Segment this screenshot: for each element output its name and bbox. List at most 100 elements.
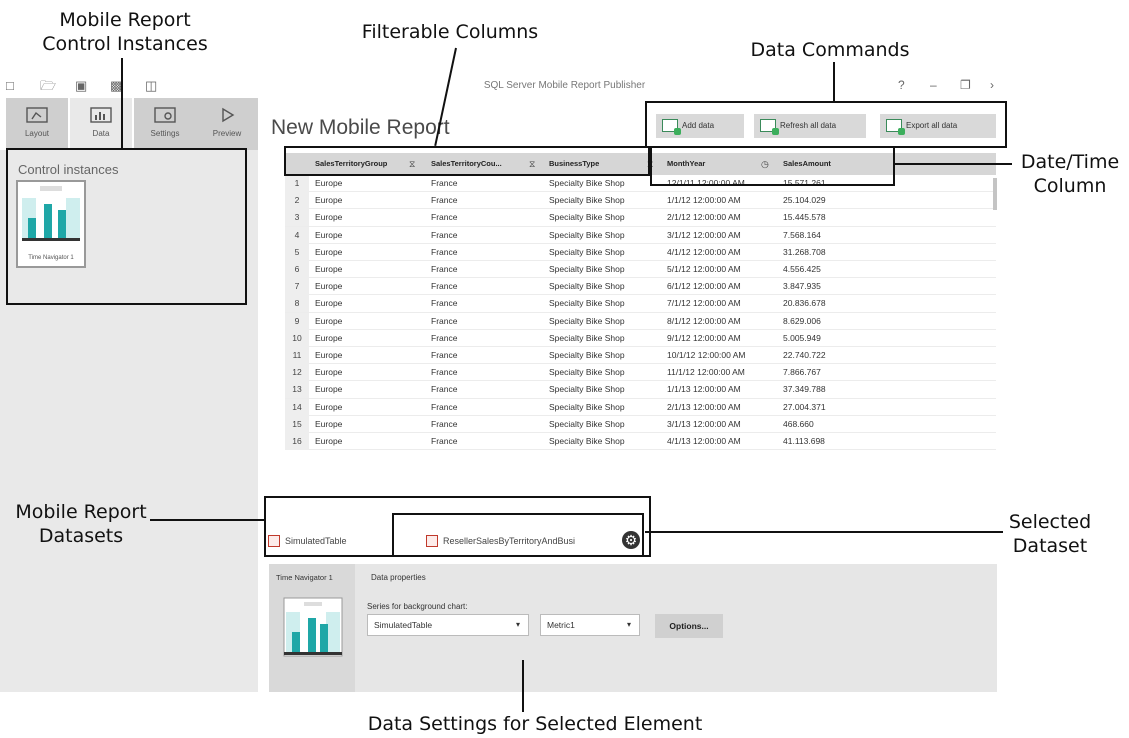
table-cell: Europe	[315, 401, 343, 412]
table-cell: 37.349.788	[783, 384, 826, 395]
table-row[interactable]: 9 Europe France Specialty Bike Shop 8/1/12 1…	[285, 312, 996, 330]
dataset-tab-resellersales[interactable]: ResellerSalesByTerritoryAndBusi	[423, 527, 575, 555]
tab-label: Layout	[24, 129, 50, 138]
callout-line	[833, 62, 835, 102]
table-cell: Specialty Bike Shop	[549, 298, 625, 309]
table-row[interactable]: 3 Europe France Specialty Bike Shop 2/1/12 1…	[285, 209, 996, 227]
table-row[interactable]: 4 Europe France Specialty Bike Shop 3/1/12 1…	[285, 226, 996, 244]
row-number: 9	[285, 312, 309, 330]
callout-control-instances: Mobile Report Control Instances	[30, 8, 220, 56]
filter-icon[interactable]: ⧖	[647, 153, 653, 175]
row-number: 16	[285, 433, 309, 450]
table-cell: Europe	[315, 195, 343, 206]
tab-label: Settings	[150, 129, 180, 138]
table-row[interactable]: 1 Europe France Specialty Bike Shop 12/1/11 …	[285, 175, 996, 193]
table-cell: 20.836.678	[783, 298, 826, 309]
table-cell: 5.005.949	[783, 332, 821, 343]
series-select[interactable]: SimulatedTable ▾	[367, 614, 529, 636]
callout-text: Datasets	[38, 525, 124, 547]
column-header-businesstype[interactable]: BusinessType ⧖	[543, 153, 661, 175]
layout-icon	[26, 107, 48, 123]
time-navigator-thumbnail-icon	[22, 186, 80, 241]
table-row[interactable]: 16 Europe France Specialty Bike Shop 4/1/13 …	[285, 433, 996, 451]
clock-icon[interactable]: ◷	[761, 153, 769, 175]
table-cell: France	[431, 264, 458, 274]
table-cell: 8.629.006	[783, 315, 821, 326]
table-cell: France	[431, 350, 458, 360]
export-data-icon	[886, 119, 905, 135]
table-cell: 1/1/12 12:00:00 AM	[667, 195, 741, 206]
metric-select-value: Metric1	[547, 620, 575, 630]
export-all-data-button[interactable]: Export all data	[880, 114, 996, 138]
column-header-monthyear[interactable]: MonthYear ◷	[661, 153, 777, 175]
table-cell: France	[431, 281, 458, 292]
table-row[interactable]: 12 Europe France Specialty Bike Shop 11/1/12…	[285, 364, 996, 382]
table-cell: Specialty Bike Shop	[549, 418, 625, 429]
tab-settings[interactable]: Settings	[134, 98, 196, 150]
table-cell: Europe	[315, 212, 343, 223]
table-cell: 4.556.425	[783, 264, 821, 274]
refresh-data-icon	[760, 119, 779, 135]
table-row[interactable]: 13 Europe France Specialty Bike Shop 1/1/13 …	[285, 381, 996, 399]
callout-selected-dataset: Selected Dataset	[995, 510, 1105, 558]
control-instances-title: Control instances	[18, 162, 119, 177]
table-cell: France	[431, 332, 458, 343]
callout-datetime-column: Date/Time Column	[1015, 150, 1125, 198]
row-number: 5	[285, 243, 309, 261]
callout-data-commands: Data Commands	[750, 39, 910, 61]
tab-label: Preview	[212, 129, 242, 138]
table-scrollbar[interactable]	[993, 178, 997, 210]
minimize-icon[interactable]: –	[930, 78, 937, 92]
table-cell: Europe	[315, 264, 343, 274]
row-number: 14	[285, 398, 309, 416]
add-data-button[interactable]: Add data	[656, 114, 744, 138]
filter-icon[interactable]: ⧖	[409, 153, 415, 175]
column-header-salesamount[interactable]: SalesAmount	[777, 153, 897, 175]
table-cell: Europe	[315, 229, 343, 240]
table-row[interactable]: 15 Europe France Specialty Bike Shop 3/1/13 …	[285, 415, 996, 433]
table-row[interactable]: 7 Europe France Specialty Bike Shop 6/1/12 1…	[285, 278, 996, 296]
table-row[interactable]: 14 Europe France Specialty Bike Shop 2/1/13 …	[285, 398, 996, 416]
table-cell: 9/1/12 12:00:00 AM	[667, 332, 741, 343]
row-number: 3	[285, 209, 309, 227]
tab-layout[interactable]: Layout	[6, 98, 68, 150]
table-cell: 15.445.578	[783, 212, 826, 223]
table-cell: France	[431, 418, 458, 429]
row-number: 7	[285, 278, 309, 296]
table-cell: Europe	[315, 367, 343, 378]
options-button[interactable]: Options...	[655, 614, 723, 638]
table-cell: Specialty Bike Shop	[549, 212, 625, 223]
column-header-salesterritorygroup[interactable]: SalesTerritoryGroup ⧖	[309, 153, 425, 175]
table-row[interactable]: 10 Europe France Specialty Bike Shop 9/1/12 …	[285, 329, 996, 347]
table-cell: 8/1/12 12:00:00 AM	[667, 315, 741, 326]
callout-line	[121, 58, 123, 150]
table-cell: Europe	[315, 332, 343, 343]
help-icon[interactable]: ?	[898, 78, 905, 92]
table-cell: 2/1/12 12:00:00 AM	[667, 212, 741, 223]
table-row[interactable]: 2 Europe France Specialty Bike Shop 1/1/12 1…	[285, 192, 996, 210]
chevron-right-icon[interactable]: ›	[990, 78, 994, 92]
table-cell: 3/1/13 12:00:00 AM	[667, 418, 741, 429]
table-row[interactable]: 6 Europe France Specialty Bike Shop 5/1/12 1…	[285, 261, 996, 279]
refresh-all-data-button[interactable]: Refresh all data	[754, 114, 866, 138]
table-cell: 4/1/13 12:00:00 AM	[667, 436, 741, 446]
row-number: 13	[285, 381, 309, 399]
export-data-label: Export all data	[906, 121, 958, 130]
table-cell: Specialty Bike Shop	[549, 195, 625, 206]
table-cell: France	[431, 212, 458, 223]
dataset-settings-gear-icon[interactable]: ⚙	[622, 531, 640, 549]
column-header-salesterritorycountry[interactable]: SalesTerritoryCou... ⧖	[425, 153, 543, 175]
chevron-down-icon: ▾	[626, 620, 631, 629]
table-cell: 4/1/12 12:00:00 AM	[667, 246, 741, 257]
dataset-tab-simulatedtable[interactable]: SimulatedTable	[265, 527, 347, 555]
restore-icon[interactable]: ❐	[960, 78, 971, 92]
tab-preview[interactable]: Preview	[196, 98, 258, 150]
metric-select[interactable]: Metric1 ▾	[540, 614, 640, 636]
table-cell: France	[431, 178, 458, 188]
control-instance-time-navigator[interactable]: Time Navigator 1	[16, 180, 86, 268]
table-row[interactable]: 5 Europe France Specialty Bike Shop 4/1/12 1…	[285, 243, 996, 261]
row-number: 10	[285, 329, 309, 347]
table-row[interactable]: 8 Europe France Specialty Bike Shop 7/1/12 1…	[285, 295, 996, 313]
filter-icon[interactable]: ⧖	[529, 153, 535, 175]
table-row[interactable]: 11 Europe France Specialty Bike Shop 10/1/12…	[285, 347, 996, 365]
